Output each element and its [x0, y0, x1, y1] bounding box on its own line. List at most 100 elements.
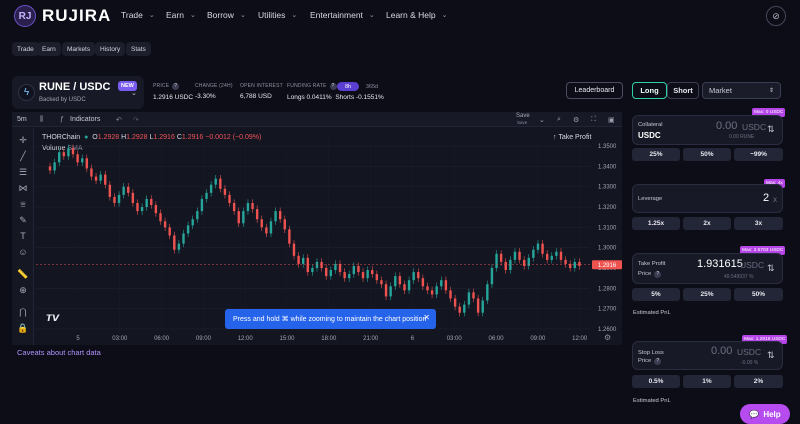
- candle-body: [536, 243, 540, 250]
- rujira-logo[interactable]: RJ: [14, 5, 36, 27]
- candle-body: [228, 194, 231, 203]
- candle-body: [191, 219, 194, 226]
- subtab-earn[interactable]: Earn: [37, 42, 61, 56]
- leverage-2-button[interactable]: 2x: [683, 217, 731, 230]
- stop-loss-label: Stop Loss: [638, 350, 664, 356]
- candle-body: [348, 274, 351, 279]
- subtab-markets[interactable]: Markets: [62, 42, 96, 56]
- help-button[interactable]: 💬 Help: [740, 404, 790, 424]
- close-icon[interactable]: ✕: [423, 313, 430, 322]
- order-type-select[interactable]: Market ⇕: [702, 82, 781, 99]
- candle-body: [550, 255, 553, 260]
- nav-utilities[interactable]: Utilities ⌄: [258, 10, 297, 20]
- candle-body: [426, 286, 429, 291]
- subtab-history[interactable]: History: [95, 42, 126, 56]
- candle-body: [398, 276, 402, 285]
- candle-body: [467, 292, 471, 305]
- stop-loss-input-box[interactable]: Stop Loss Price? 0.00 USDC -0.00 % ⇅: [632, 341, 783, 370]
- long-tab[interactable]: Long: [632, 82, 667, 99]
- collateral-25-button[interactable]: 25%: [632, 148, 680, 161]
- candle-body: [168, 227, 171, 236]
- help-icon[interactable]: ?: [329, 83, 337, 90]
- stat-value: 6,788 USD: [240, 93, 272, 100]
- candle-body: [421, 278, 425, 287]
- candle-body: [209, 184, 213, 193]
- take-profit-input-box[interactable]: Take Profit Price? 1.931615 USDC 49.5499…: [632, 253, 783, 284]
- funding-period-365d[interactable]: 365d: [362, 82, 382, 91]
- stop-loss-05-button[interactable]: 0.5%: [632, 375, 680, 388]
- leverage-3-button[interactable]: 3x: [734, 217, 783, 230]
- candle-body: [205, 192, 208, 199]
- nav-label: Utilities: [258, 10, 286, 20]
- nav-trade[interactable]: Trade ⌄: [121, 10, 155, 20]
- collateral-token[interactable]: USDC: [638, 131, 661, 140]
- candle-body: [371, 270, 374, 275]
- stop-loss-2-button[interactable]: 2%: [734, 375, 783, 388]
- candle-body: [375, 274, 379, 281]
- candle-body: [412, 272, 415, 281]
- market-selector[interactable]: ϟ RUNE / USDC NEW Backed by USDC ⌄: [12, 76, 144, 109]
- candle-body: [541, 243, 544, 254]
- leverage-value[interactable]: 2: [763, 192, 769, 204]
- x-tick-label: 06:00: [489, 336, 505, 342]
- subtab-stats[interactable]: Stats: [126, 42, 151, 56]
- take-profit-5-button[interactable]: 5%: [632, 288, 680, 301]
- stop-loss-1-button[interactable]: 1%: [683, 375, 731, 388]
- candle-body: [113, 196, 116, 203]
- short-tab[interactable]: Short: [667, 82, 699, 99]
- collateral-50-button[interactable]: 50%: [683, 148, 731, 161]
- subtab-trade[interactable]: Trade: [12, 42, 39, 56]
- collateral-input-box[interactable]: Collateral USDC 0.00 USDC 0.00 RUNE ⇅: [632, 115, 783, 145]
- help-icon[interactable]: ?: [172, 83, 180, 90]
- stop-loss-percent: -0.00 %: [741, 360, 759, 366]
- candle-body: [81, 158, 84, 163]
- take-profit-25-button[interactable]: 25%: [683, 288, 731, 301]
- nav-entertainment[interactable]: Entertainment ⌄: [310, 10, 375, 20]
- candle-body: [297, 255, 300, 264]
- chevron-down-icon: ⌄: [148, 12, 155, 19]
- swap-icon[interactable]: ⇅: [767, 124, 775, 135]
- y-tick-label: 1.3100: [598, 225, 617, 231]
- brand-name[interactable]: RUJIRA: [42, 6, 111, 26]
- funding-period-8h[interactable]: 8h: [337, 82, 359, 91]
- candle-body: [186, 225, 190, 234]
- nav-borrow[interactable]: Borrow ⌄: [207, 10, 246, 20]
- nav-earn[interactable]: Earn ⌄: [166, 10, 196, 20]
- collateral-99-button[interactable]: ~99%: [734, 148, 783, 161]
- x-tick-label: 12:00: [238, 336, 254, 342]
- nav-learn-help[interactable]: Learn & Help ⌄: [386, 10, 448, 20]
- x-tick-label: 09:00: [530, 336, 546, 342]
- collateral-sub: 0.00 RUNE: [729, 134, 755, 140]
- help-icon[interactable]: ?: [654, 271, 662, 278]
- chevron-down-icon: ⌄: [291, 12, 298, 19]
- candle-body: [159, 213, 162, 222]
- candle-body: [366, 270, 369, 279]
- stop-loss-price-label: Price?: [638, 358, 662, 365]
- x-tick-label: 09:00: [196, 336, 212, 342]
- candle-body: [99, 174, 102, 181]
- candle-body: [265, 227, 268, 234]
- candle-body: [490, 268, 494, 285]
- chart-settings-icon[interactable]: ⚙: [604, 333, 611, 342]
- candle-body: [394, 276, 397, 287]
- collateral-amount[interactable]: 0.00: [716, 120, 737, 132]
- candle-body: [513, 251, 517, 260]
- stop-loss-value[interactable]: 0.00: [711, 345, 732, 357]
- leverage-125-button[interactable]: 1.25x: [632, 217, 680, 230]
- swap-icon[interactable]: ⇅: [767, 350, 775, 361]
- help-icon[interactable]: ?: [654, 358, 662, 365]
- leaderboard-button[interactable]: Leaderboard: [566, 82, 623, 99]
- candle-body: [403, 284, 406, 291]
- wallet-connect-button[interactable]: ⊘: [766, 6, 786, 26]
- take-profit-value[interactable]: 1.931615: [697, 258, 743, 270]
- candle-body: [251, 202, 254, 210]
- candle-body: [352, 265, 356, 275]
- candle-body: [163, 221, 167, 228]
- take-profit-50-button[interactable]: 50%: [734, 288, 783, 301]
- caveats-link[interactable]: Caveats about chart data: [17, 348, 101, 357]
- x-tick-label: 6: [411, 336, 415, 342]
- leverage-input-box[interactable]: Leverage 2 x: [632, 184, 783, 213]
- swap-icon[interactable]: ⇅: [767, 263, 775, 274]
- candle-body: [150, 198, 153, 206]
- x-tick-label: 03:00: [447, 336, 463, 342]
